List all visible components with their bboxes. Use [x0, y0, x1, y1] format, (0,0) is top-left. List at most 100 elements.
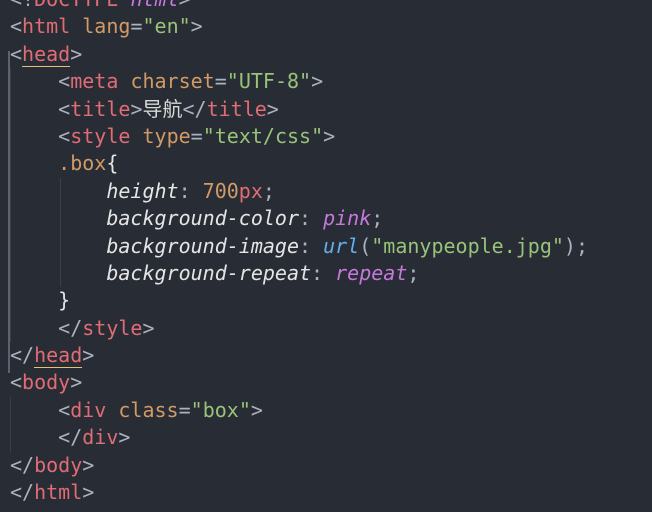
token-punct: > [142, 315, 155, 340]
code-line[interactable]: height: 700px; [0, 177, 652, 206]
token-punct: ; [262, 178, 275, 203]
token-punct: : [311, 260, 336, 285]
token-punct: = [178, 397, 191, 422]
token-punct: = [130, 14, 143, 39]
token-punct: : [178, 178, 203, 203]
token-punct: = [214, 69, 227, 94]
token-selector: .box [58, 151, 107, 176]
active-scope-marker [8, 51, 10, 373]
code-line[interactable]: </div> [0, 424, 652, 452]
token-punct: : [298, 206, 324, 231]
token-punct: ( [359, 233, 372, 258]
token-punct: </ [182, 96, 207, 121]
indent-guide [60, 232, 61, 260]
token-tag: html [22, 14, 71, 39]
indent-guide [60, 205, 61, 233]
token-punct: > [70, 41, 83, 66]
token-punct: < [58, 69, 71, 94]
token-punct: < [58, 96, 71, 121]
code-line[interactable]: <head> [0, 41, 652, 68]
token-punct: </ [10, 343, 35, 368]
token-punct: ; [407, 260, 420, 285]
token-property: height [106, 178, 179, 203]
token-brace: } [58, 288, 71, 313]
token-text: 导航 [142, 96, 183, 121]
code-editor[interactable]: <!DOCTYPE html> <html lang="en"> <head> … [0, 0, 652, 512]
indent-guide [10, 205, 11, 233]
token-punct: > [118, 425, 131, 450]
code-line[interactable]: </body> [0, 452, 652, 479]
code-line[interactable]: </html> [0, 479, 652, 506]
token-property: background-color [106, 206, 299, 231]
token-punct: <! [10, 0, 34, 11]
code-line[interactable]: <meta charset="UTF-8"> [0, 68, 652, 96]
code-line[interactable]: <div class="box"> [0, 396, 652, 425]
token-tag: div [70, 397, 107, 422]
token-unit: px [238, 178, 263, 203]
token-punct: > [250, 397, 263, 422]
indent-guide [10, 95, 11, 123]
token-punct: < [10, 41, 23, 66]
token-tag: title [70, 96, 131, 121]
indent-guide [60, 177, 61, 206]
code-line[interactable]: <title>导航</title> [0, 95, 652, 123]
token-doctype-keyword: html [130, 0, 178, 11]
code-line[interactable]: .box{ [0, 150, 652, 178]
token-punct: > [82, 480, 95, 505]
indent-guide [10, 232, 11, 260]
token-string: "text/css" [202, 123, 324, 148]
code-line[interactable]: </style> [0, 314, 652, 343]
token-punct: </ [58, 315, 83, 340]
token-punct: > [130, 96, 143, 121]
token-tag-matched: head [22, 41, 71, 67]
token-punct: </ [10, 452, 35, 477]
token-tag: div [82, 425, 119, 450]
token-punct: ; [371, 206, 384, 231]
code-lines: <!DOCTYPE html> <html lang="en"> <head> … [0, 0, 652, 506]
token-attribute: lang [82, 14, 131, 39]
token-punct: </ [58, 425, 83, 450]
token-property: background-image [106, 233, 299, 258]
code-line[interactable]: <style type="text/css"> [0, 122, 652, 151]
code-line[interactable]: background-image: url("manypeople.jpg"); [0, 232, 652, 260]
token-tag: style [70, 123, 131, 148]
indent-guide [10, 259, 11, 288]
code-line[interactable]: background-repeat: repeat; [0, 259, 652, 288]
code-line[interactable]: <body> [0, 369, 652, 396]
token-string: "box" [190, 397, 251, 422]
token-punct: </ [10, 480, 35, 505]
token-tag: meta [70, 69, 119, 94]
token-punct: < [58, 123, 71, 148]
token-string: "manypeople.jpg" [371, 233, 564, 258]
code-line[interactable]: <html lang="en"> [0, 13, 652, 40]
token-punct: ); [563, 233, 588, 258]
token-punct: : [298, 233, 324, 258]
token-attribute: class [118, 397, 179, 422]
token-value: pink [323, 206, 372, 231]
token-tag: style [82, 315, 143, 340]
indent-guide [10, 122, 11, 151]
token-tag: body [34, 452, 83, 477]
token-brace: { [106, 151, 119, 176]
code-line[interactable]: </head> [0, 342, 652, 369]
code-line[interactable]: } [0, 287, 652, 315]
token-tag: body [22, 370, 71, 395]
token-string: "UTF-8" [226, 69, 312, 94]
token-punct: = [190, 123, 203, 148]
token-punct: > [311, 69, 324, 94]
code-line[interactable]: background-color: pink; [0, 205, 652, 233]
token-punct: < [10, 370, 23, 395]
token-punct: < [58, 397, 71, 422]
code-line[interactable]: <!DOCTYPE html> [0, 0, 652, 13]
token-doctype: DOCTYPE [34, 0, 118, 11]
indent-guide [10, 396, 11, 425]
token-value: repeat [335, 260, 408, 285]
indent-guide [10, 68, 11, 96]
token-function: url [323, 233, 360, 258]
indent-guide [10, 424, 11, 452]
token-attribute: type [142, 123, 191, 148]
